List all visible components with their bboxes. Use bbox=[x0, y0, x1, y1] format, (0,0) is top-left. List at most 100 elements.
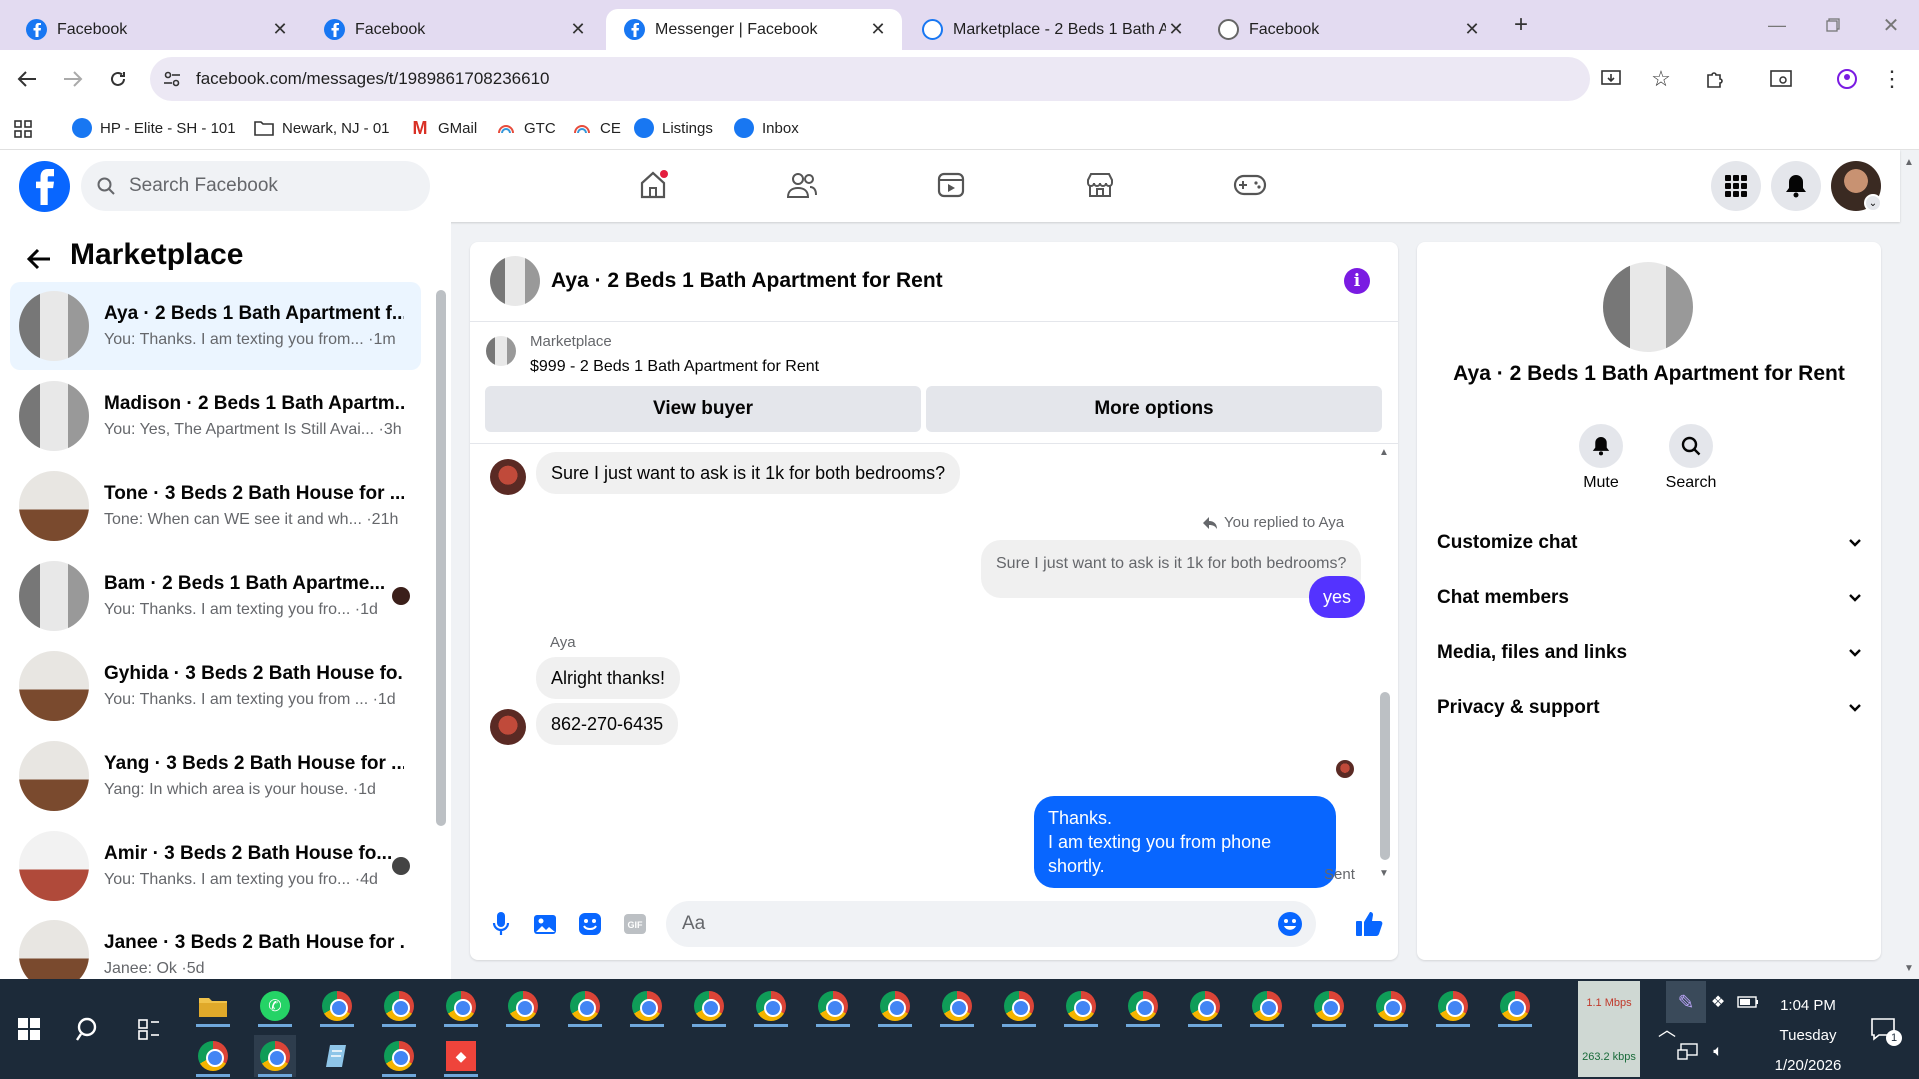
facebook-logo-icon[interactable] bbox=[19, 161, 70, 212]
whatsapp-icon[interactable]: ✆ bbox=[254, 985, 296, 1027]
notifications-bell-button[interactable] bbox=[1771, 161, 1821, 211]
message-in-bedrooms[interactable]: Sure I just want to ask is it 1k for bot… bbox=[536, 452, 961, 494]
bookmark-gtc[interactable]: GTC bbox=[496, 118, 556, 138]
file-explorer-icon[interactable] bbox=[192, 985, 234, 1027]
close-tab-icon[interactable]: ✕ bbox=[568, 19, 588, 40]
conversation-aya[interactable]: Aya · 2 Beds 1 Bath Apartment f... You: T… bbox=[10, 282, 421, 370]
bookmark-newark-folder[interactable]: Newark, NJ - 01 bbox=[254, 118, 390, 138]
quoted-message[interactable]: Sure I just want to ask is it 1k for bot… bbox=[981, 540, 1362, 598]
bookmark-hp-elite[interactable]: HP - Elite - SH - 101 bbox=[72, 118, 236, 138]
close-window-icon[interactable]: ✕ bbox=[1876, 10, 1906, 40]
search-icon[interactable] bbox=[68, 1008, 110, 1050]
anydesk-icon[interactable]: ◆ bbox=[440, 1035, 482, 1077]
windows-start-icon[interactable] bbox=[8, 1008, 50, 1050]
bookmark-star-icon[interactable]: ☆ bbox=[1648, 66, 1674, 92]
chrome-taskbar-icon[interactable] bbox=[192, 1035, 234, 1077]
chat-scrollbar[interactable] bbox=[1380, 692, 1390, 860]
page-scroll-up-icon[interactable]: ▲ bbox=[1902, 156, 1916, 168]
scroll-up-icon[interactable]: ▲ bbox=[1377, 447, 1391, 458]
chrome-taskbar-icon[interactable] bbox=[1060, 985, 1102, 1027]
chrome-taskbar-icon[interactable] bbox=[812, 985, 854, 1027]
message-in-alright[interactable]: Alright thanks! bbox=[536, 657, 681, 699]
chrome-taskbar-icon[interactable] bbox=[1122, 985, 1164, 1027]
task-view-icon[interactable] bbox=[128, 1008, 170, 1050]
tab-search-icon[interactable] bbox=[1766, 64, 1796, 94]
chrome-taskbar-icon[interactable] bbox=[1184, 985, 1226, 1027]
close-tab-icon[interactable]: ✕ bbox=[270, 19, 290, 40]
close-tab-icon[interactable]: ✕ bbox=[1462, 19, 1482, 40]
emoji-icon[interactable] bbox=[1276, 910, 1304, 938]
privacy-support-section[interactable]: Privacy & support bbox=[1437, 693, 1862, 723]
chrome-menu-icon[interactable]: ⋮ bbox=[1880, 64, 1904, 94]
bookmark-ce[interactable]: CE bbox=[572, 118, 621, 138]
search-in-conversation-icon[interactable] bbox=[1669, 424, 1713, 468]
close-tab-icon[interactable]: ✕ bbox=[1166, 19, 1186, 40]
details-avatar[interactable] bbox=[1603, 262, 1693, 352]
volume-icon[interactable]: 🔈︎ bbox=[1700, 1031, 1736, 1073]
chrome-taskbar-icon[interactable] bbox=[750, 985, 792, 1027]
back-arrow-icon[interactable] bbox=[14, 66, 40, 92]
extensions-puzzle-icon[interactable] bbox=[1700, 64, 1730, 94]
close-tab-icon[interactable]: ✕ bbox=[868, 19, 888, 40]
facebook-search-input[interactable]: Search Facebook bbox=[81, 161, 430, 211]
photo-icon[interactable] bbox=[530, 909, 560, 939]
apps-grid-icon[interactable] bbox=[12, 118, 34, 140]
conversation-info-icon[interactable]: i bbox=[1344, 268, 1370, 294]
forward-arrow-icon[interactable] bbox=[60, 66, 86, 92]
chrome-taskbar-icon[interactable] bbox=[564, 985, 606, 1027]
gaming-nav-icon[interactable] bbox=[1232, 168, 1268, 202]
chrome-taskbar-icon[interactable] bbox=[1246, 985, 1288, 1027]
chrome-taskbar-icon[interactable] bbox=[1432, 985, 1474, 1027]
chrome-taskbar-icon[interactable] bbox=[936, 985, 978, 1027]
conversation-gyhida[interactable]: Gyhida · 3 Beds 2 Bath House fo... You: T… bbox=[10, 642, 421, 730]
chrome-taskbar-icon-active[interactable] bbox=[254, 1035, 296, 1077]
bookmark-inbox[interactable]: Inbox bbox=[734, 118, 799, 138]
chrome-taskbar-icon[interactable] bbox=[1308, 985, 1350, 1027]
thumbs-up-icon[interactable] bbox=[1353, 909, 1385, 939]
conversation-tone[interactable]: Tone · 3 Beds 2 Bath House for ... Tone: … bbox=[10, 462, 421, 550]
listing-price-title[interactable]: $999 - 2 Beds 1 Bath Apartment for Rent bbox=[530, 358, 819, 376]
browser-tab-2[interactable]: Facebook ✕ bbox=[306, 9, 602, 50]
browser-tab-1[interactable]: Facebook ✕ bbox=[8, 9, 304, 50]
sticker-icon[interactable] bbox=[575, 909, 605, 939]
notifications-icon[interactable]: 1 bbox=[1862, 1008, 1904, 1050]
chrome-taskbar-icon[interactable] bbox=[688, 985, 730, 1027]
network-speed-widget[interactable]: 1.1 Mbps 263.2 kbps bbox=[1578, 981, 1640, 1077]
chat-title[interactable]: Aya · 2 Beds 1 Bath Apartment for Rent bbox=[551, 269, 943, 293]
chat-members-section[interactable]: Chat members bbox=[1437, 583, 1862, 613]
chrome-taskbar-icon[interactable] bbox=[1370, 985, 1412, 1027]
mute-bell-icon[interactable] bbox=[1579, 424, 1623, 468]
conversation-bam[interactable]: Bam · 2 Beds 1 Bath Apartme... You: Thank… bbox=[10, 552, 421, 640]
new-tab-plus-icon[interactable]: + bbox=[1506, 11, 1536, 38]
conversation-janee[interactable]: Janee · 3 Beds 2 Bath House for ... Janee… bbox=[10, 912, 421, 979]
browser-tab-4[interactable]: Marketplace - 2 Beds 1 Bath Ap ✕ bbox=[904, 9, 1200, 50]
system-clock[interactable]: 1:04 PM Tuesday 1/20/2026 bbox=[1756, 991, 1860, 1079]
more-options-button[interactable]: More options bbox=[926, 386, 1382, 432]
chrome-taskbar-icon[interactable] bbox=[378, 985, 420, 1027]
conversation-yang[interactable]: Yang · 3 Beds 2 Bath House for ... Yang: … bbox=[10, 732, 421, 820]
chrome-taskbar-icon[interactable] bbox=[626, 985, 668, 1027]
profile-icon[interactable] bbox=[1832, 64, 1862, 94]
chevron-down-icon[interactable]: ⌄ bbox=[1864, 194, 1882, 212]
microphone-icon[interactable] bbox=[486, 909, 516, 939]
chrome-taskbar-icon[interactable] bbox=[440, 985, 482, 1027]
conversation-madison[interactable]: Madison · 2 Beds 1 Bath Apartm... You: Ye… bbox=[10, 372, 421, 460]
friends-nav-icon[interactable] bbox=[785, 168, 819, 202]
site-info-icon[interactable] bbox=[150, 57, 194, 101]
chrome-taskbar-icon[interactable] bbox=[1494, 985, 1536, 1027]
browser-tab-3-active[interactable]: Messenger | Facebook ✕ bbox=[606, 9, 902, 50]
browser-tab-5[interactable]: Facebook ✕ bbox=[1200, 9, 1496, 50]
restore-icon[interactable] bbox=[1818, 10, 1848, 40]
minimize-icon[interactable]: — bbox=[1762, 10, 1792, 40]
message-composer-input[interactable]: Aa bbox=[666, 901, 1316, 947]
chrome-taskbar-icon[interactable] bbox=[502, 985, 544, 1027]
omnibox[interactable]: facebook.com/messages/t/1989861708236610… bbox=[150, 57, 1671, 101]
back-arrow-icon[interactable] bbox=[24, 244, 54, 274]
chat-avatar[interactable] bbox=[490, 256, 540, 306]
message-out-yes[interactable]: yes bbox=[1309, 576, 1366, 618]
customize-chat-section[interactable]: Customize chat bbox=[1437, 528, 1862, 558]
media-files-links-section[interactable]: Media, files and links bbox=[1437, 638, 1862, 668]
message-out-thanks[interactable]: Thanks. I am texting you from phone shor… bbox=[1034, 796, 1336, 888]
video-nav-icon[interactable] bbox=[934, 168, 968, 202]
notepad-icon[interactable] bbox=[316, 1035, 358, 1077]
